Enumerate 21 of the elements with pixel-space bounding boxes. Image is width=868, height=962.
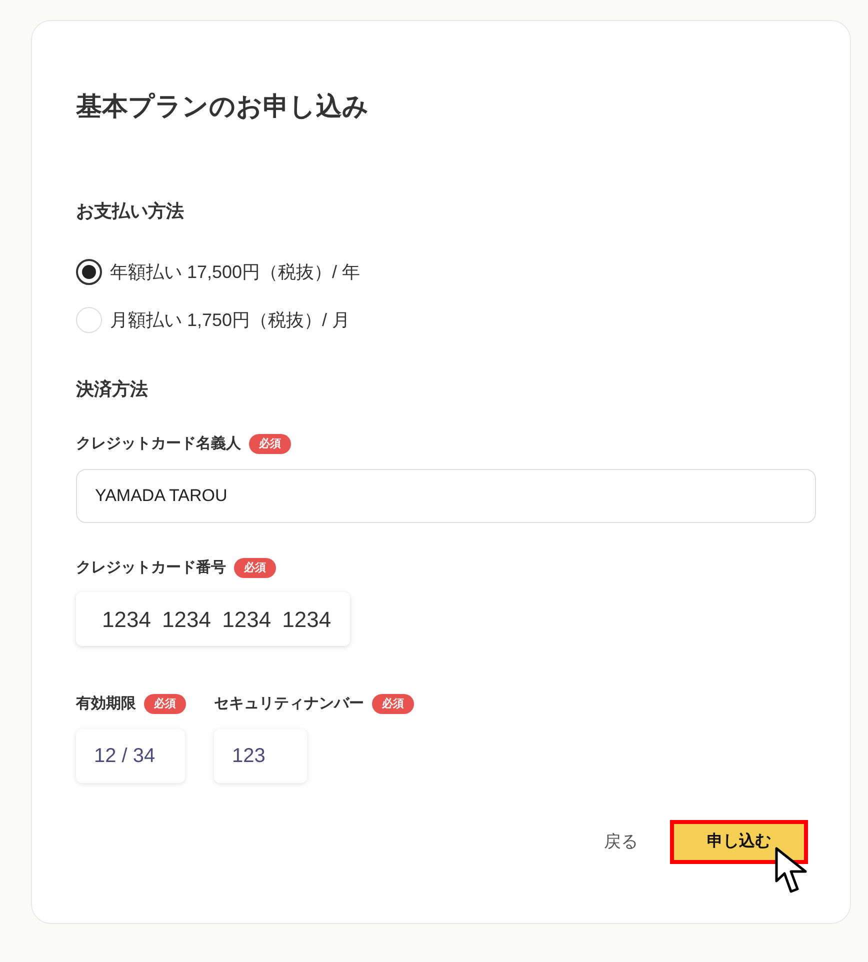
required-badge: 必須 xyxy=(144,694,186,714)
radio-icon[interactable] xyxy=(76,259,102,285)
required-badge: 必須 xyxy=(372,694,414,714)
section-heading: お支払い方法 xyxy=(76,200,185,223)
field-label: クレジットカード番号 xyxy=(76,558,226,578)
field-label: 有効期限 xyxy=(76,694,136,714)
plan-radio-option[interactable]: 年額払い 17,500円（税抜）/ 年 xyxy=(76,259,360,285)
required-badge: 必須 xyxy=(249,434,291,454)
field-label: クレジットカード名義人 xyxy=(76,434,241,454)
back-link[interactable]: 戻る xyxy=(604,830,638,854)
submit-button[interactable]: 申し込む xyxy=(670,820,808,864)
expiry-input[interactable]: 12 / 34 xyxy=(76,729,185,783)
pointer-cursor-icon xyxy=(775,847,808,894)
cardholder-input[interactable]: YAMADA TAROU xyxy=(76,469,816,523)
section-heading: 決済方法 xyxy=(76,378,149,401)
form-title: 基本プランのお申し込み xyxy=(76,90,370,123)
required-badge: 必須 xyxy=(234,558,276,578)
card-number-input[interactable]: 1234 1234 1234 1234 xyxy=(76,592,350,646)
plan-radio-option[interactable]: 月額払い 1,750円（税抜）/ 月 xyxy=(76,307,350,333)
security-code-input[interactable]: 123 xyxy=(214,729,307,783)
field-label: セキュリティナンバー xyxy=(214,694,364,714)
